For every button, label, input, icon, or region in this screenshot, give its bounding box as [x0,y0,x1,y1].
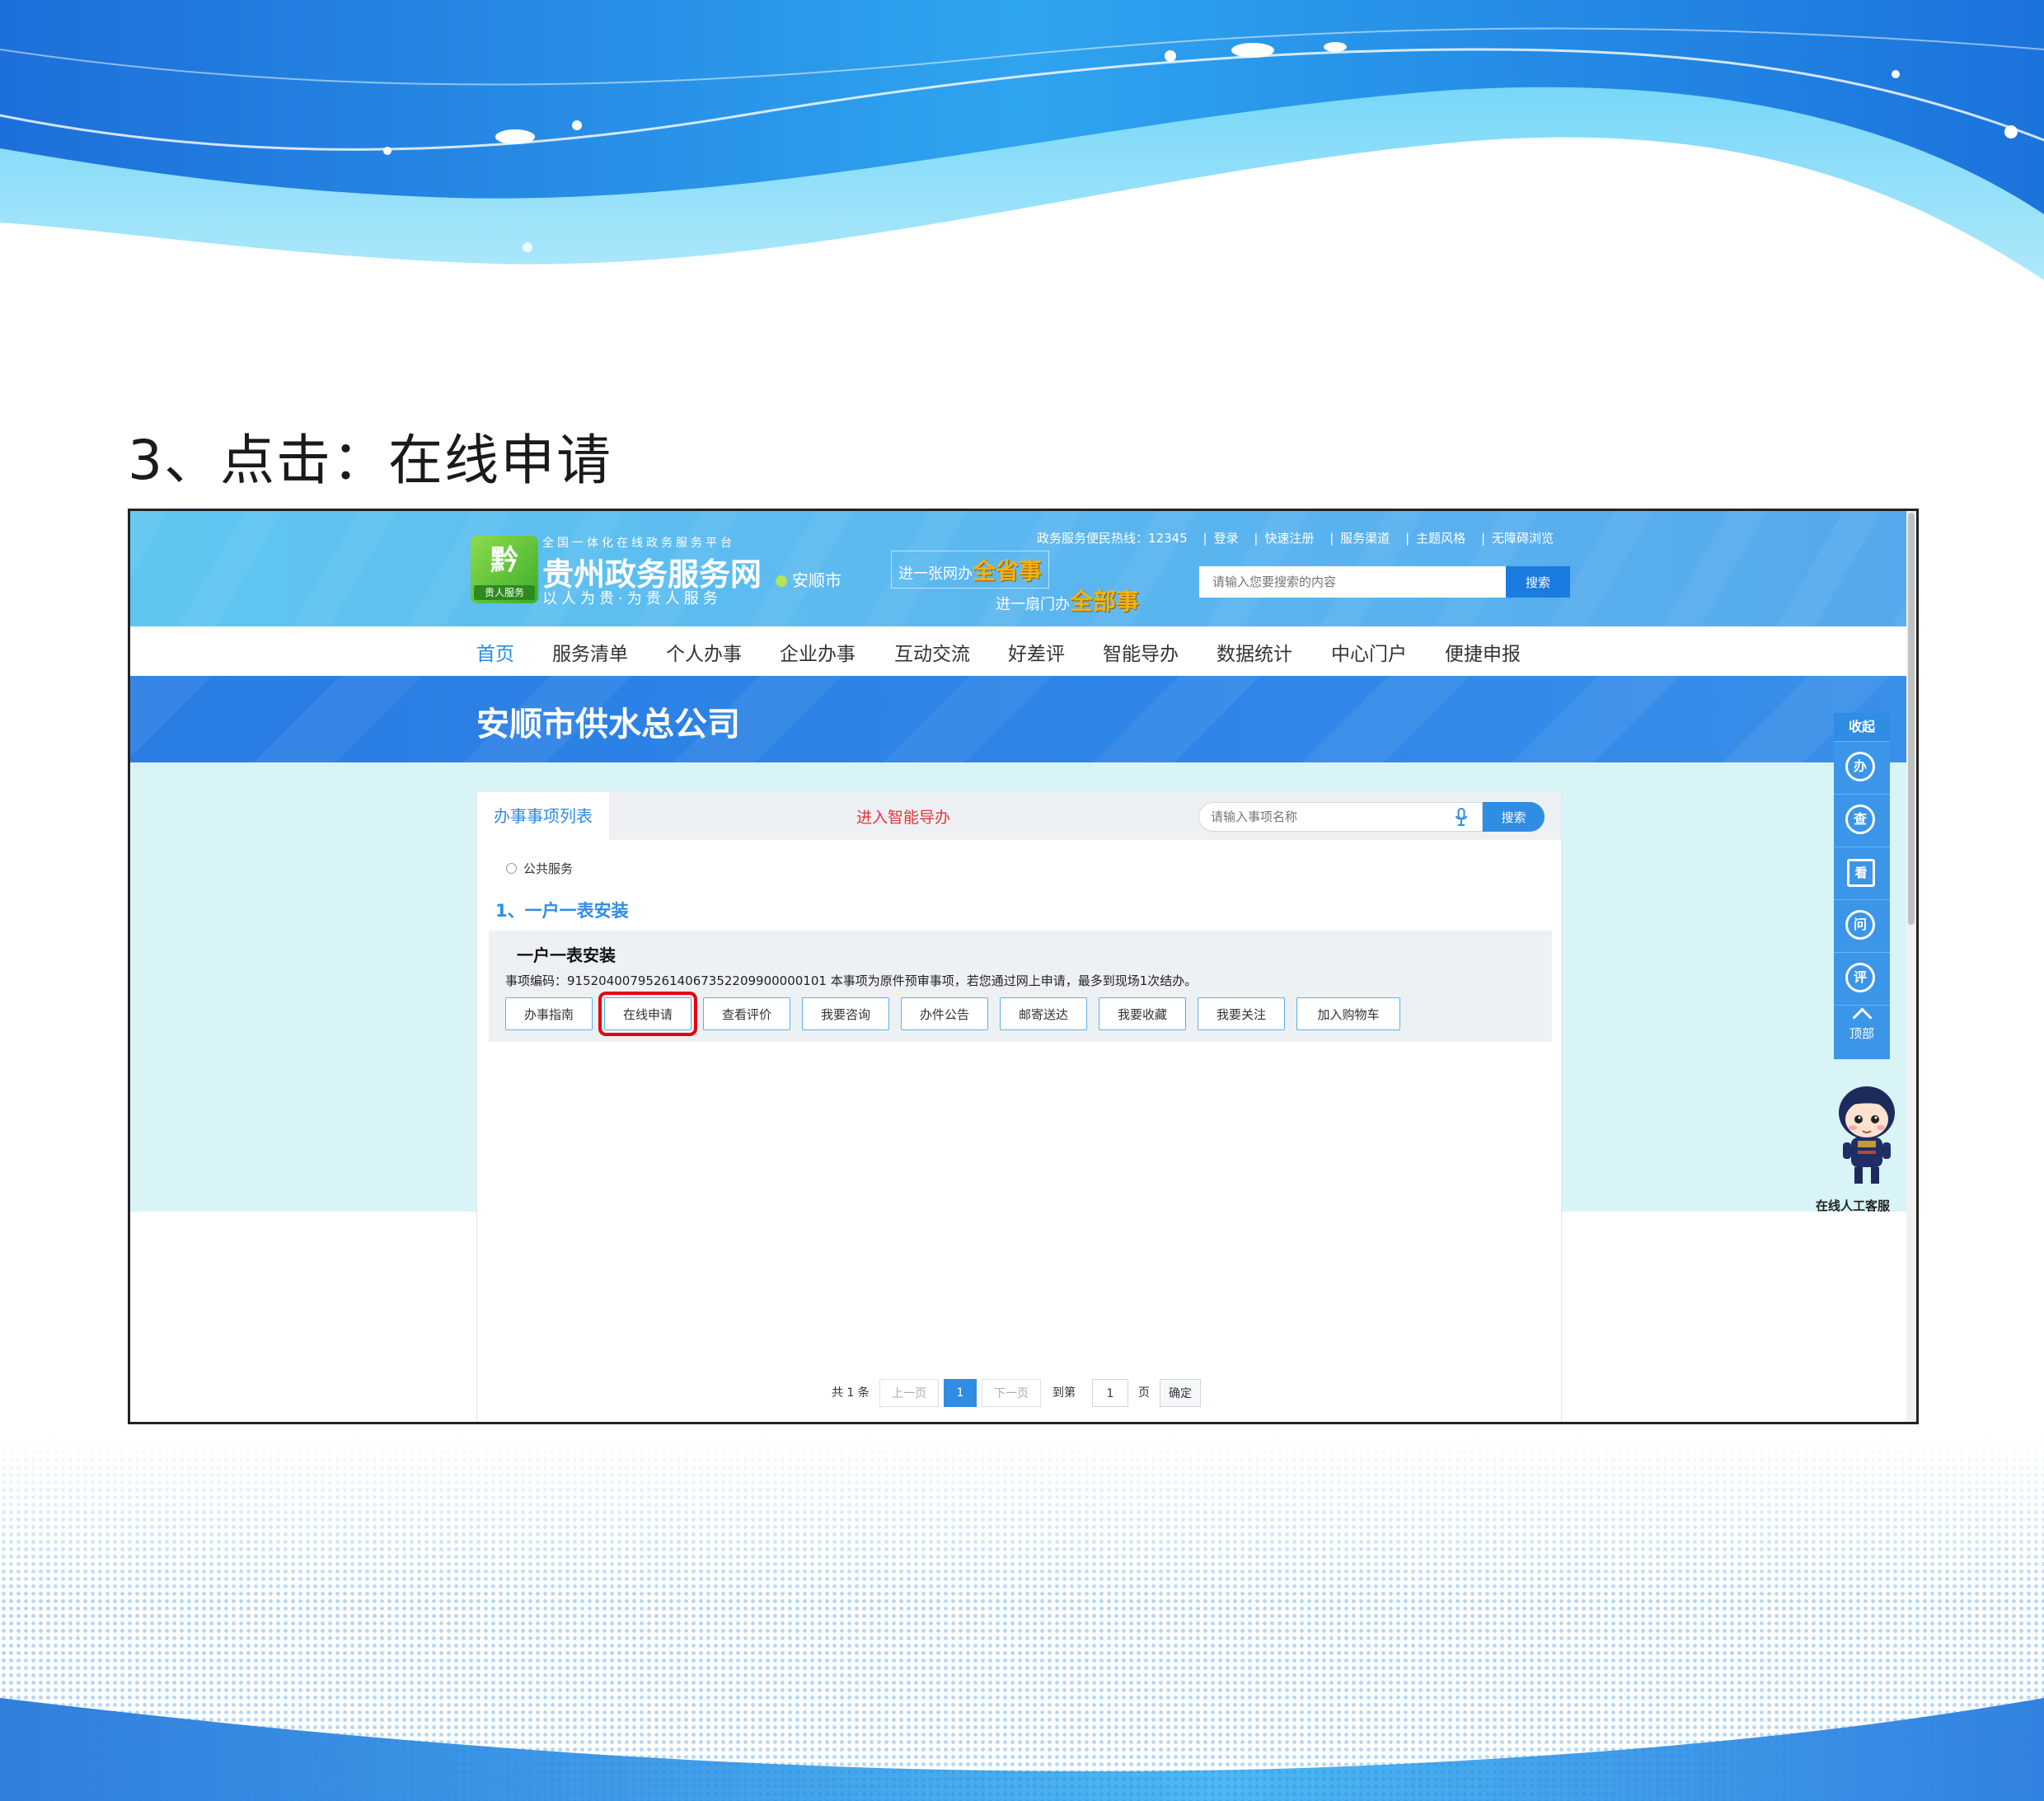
pager-current[interactable]: 1 [944,1379,977,1407]
pager-page-unit: 页 [1138,1386,1150,1400]
pager-total: 共 1 条 [832,1386,870,1400]
category-label: 公共服务 [523,861,574,876]
chevron-up-icon [1851,1007,1873,1028]
nav-personal[interactable]: 个人办事 [666,638,742,666]
nav-rating[interactable]: 好差评 [1008,638,1065,666]
nav-quick-declare[interactable]: 便捷申报 [1445,638,1521,666]
customer-service-mascot[interactable] [1830,1080,1904,1191]
add-to-cart-button[interactable]: 加入购物车 [1296,997,1400,1030]
nav-portal[interactable]: 中心门户 [1331,638,1407,666]
tab-item-list[interactable]: 办事事项列表 [477,792,609,840]
pager-next[interactable]: 下一页 [982,1379,1041,1407]
slogan-two-highlight: 全部事 [1070,588,1140,615]
main-nav: 首页 服务清单 个人办事 企业办事 互动交流 好差评 智能导办 数据统计 中心门… [130,626,1906,676]
sidebar-item-view[interactable]: 看 [1834,847,1890,899]
header-search-input[interactable] [1199,566,1506,598]
header-search-button[interactable]: 搜索 [1506,566,1570,598]
ask-icon: 问 [1845,910,1875,940]
apply-online-button[interactable]: 在线申请 [598,992,697,1036]
pager-confirm[interactable]: 确定 [1160,1379,1201,1407]
nav-interaction[interactable]: 互动交流 [894,638,970,666]
consult-button[interactable]: 我要咨询 [802,997,889,1030]
service-item: 一户一表安装 事项编码：9152040079526140673522099000… [489,931,1552,1042]
view-rating-button[interactable]: 查看评价 [703,997,790,1030]
slogan-one-highlight: 全省事 [973,557,1043,584]
slogan-one-prefix: 进一张网办 [898,565,973,583]
halftone-pattern [0,1434,2044,1801]
platform-label: 全国一体化在线政务服务平台 [542,537,735,550]
follow-button[interactable]: 我要关注 [1198,997,1285,1030]
hotline: 政务服务便民热线：12345 [1037,531,1188,546]
item-search-button[interactable]: 搜索 [1483,802,1545,832]
header-search: 搜索 [1199,566,1570,598]
site-logo[interactable]: 黔 贵人服务 [471,536,538,603]
sidebar-item-rate[interactable]: 评 [1834,952,1890,1005]
favorite-button[interactable]: 我要收藏 [1099,997,1186,1030]
smart-guide-link[interactable]: 进入智能导办 [856,805,950,828]
announcement-button[interactable]: 办件公告 [901,997,988,1030]
back-to-top-label: 顶部 [1849,1026,1874,1041]
microphone-icon[interactable] [1456,808,1467,826]
item-list-panel: 办事事项列表 进入智能导办 搜索 公共服务 1、一户一表安装 一户一表安装 事项… [476,791,1562,1422]
location-icon [776,575,787,587]
top-links: 政务服务便民热线：12345 | 登录 | 快速注册 | 服务渠道 | 主题风格 | 无障… [1037,531,1554,546]
sidebar-item-ask[interactable]: 问 [1834,899,1890,952]
item-search: 搜索 [1198,802,1545,832]
view-icon: 看 [1847,859,1875,887]
logo-glyph: 黔 [490,544,518,577]
nav-statistics[interactable]: 数据统计 [1217,638,1292,666]
mascot-label[interactable]: 在线人工客服 [1816,1197,1890,1214]
service-item-code: 事项编码：9152040079526140673522099000001​01 … [505,973,1198,988]
pager-prev[interactable]: 上一页 [879,1379,939,1407]
category-filter[interactable]: 公共服务 [506,860,573,877]
link-login[interactable]: 登录 [1214,531,1239,546]
rate-icon: 评 [1845,963,1875,992]
slogan-two: 进一扇门办全部事 [996,584,1139,617]
nav-home[interactable]: 首页 [476,638,514,666]
screenshot-frame: 黔 贵人服务 全国一体化在线政务服务平台 贵州政务服务网 以人为贵·为贵人服务 … [128,509,1919,1424]
site-header: 黔 贵人服务 全国一体化在线政务服务平台 贵州政务服务网 以人为贵·为贵人服务 … [130,511,1906,626]
logo-tag: 贵人服务 [474,585,535,600]
section-title: 1、一户一表安装 [495,901,629,921]
link-theme[interactable]: 主题风格 [1416,531,1465,546]
department-title: 安顺市供水总公司 [476,706,740,743]
nav-smart-guide[interactable]: 智能导办 [1103,638,1179,666]
top-wave-decoration [0,0,2044,280]
sidebar-item-handle[interactable]: 办 [1834,741,1890,794]
site-slogan: 以人为贵·为贵人服务 [542,590,722,607]
sidebar-item-query[interactable]: 查 [1834,794,1890,847]
panel-header: 办事事项列表 进入智能导办 搜索 [477,792,1561,840]
query-icon: 查 [1845,804,1875,834]
step-title: 3、点击：在线申请 [128,429,612,492]
department-banner: 安顺市供水总公司 [130,676,1906,762]
guide-button[interactable]: 办事指南 [505,997,593,1030]
pager-goto-label: 到第 [1052,1386,1076,1400]
nav-service-list[interactable]: 服务清单 [552,638,628,666]
link-accessibility[interactable]: 无障碍浏览 [1492,531,1554,546]
handle-icon: 办 [1845,752,1875,781]
city-label: 安顺市 [792,570,842,590]
city-selector[interactable]: 安顺市 [776,567,842,591]
scrollbar-thumb[interactable] [1908,513,1915,925]
link-channels[interactable]: 服务渠道 [1340,531,1390,546]
link-register[interactable]: 快速注册 [1264,531,1314,546]
sidebar-collapse[interactable]: 收起 [1834,713,1890,741]
page-scrollbar[interactable] [1906,511,1916,1422]
nav-enterprise[interactable]: 企业办事 [780,638,856,666]
mail-delivery-button[interactable]: 邮寄送达 [1000,997,1087,1030]
back-to-top[interactable]: 顶部 [1834,1005,1890,1059]
pager-page-input[interactable]: 1 [1092,1379,1128,1407]
radio-icon[interactable] [506,863,517,874]
service-item-name: 一户一表安装 [517,945,616,965]
slogan-two-prefix: 进一扇门办 [996,596,1070,613]
item-search-input[interactable] [1198,802,1483,832]
